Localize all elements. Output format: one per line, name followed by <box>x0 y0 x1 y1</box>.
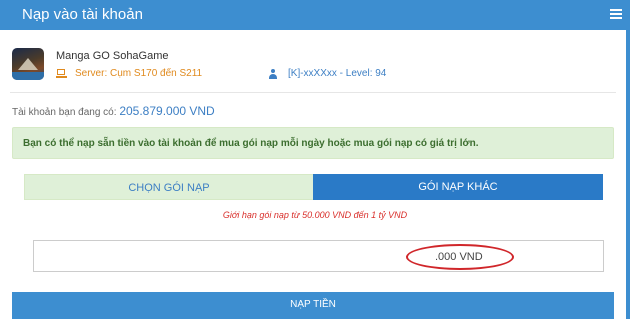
balance-amount: 205.879.000 VND <box>119 104 215 118</box>
amount-input[interactable] <box>33 240 604 272</box>
info-notice: Bạn có thể nạp sẵn tiền vào tài khoản để… <box>12 127 614 159</box>
balance-label: Tài khoản bạn đang có: <box>12 107 117 118</box>
right-edge-strip <box>626 30 630 319</box>
tab-other-package[interactable]: GÓI NẠP KHÁC <box>313 174 603 200</box>
recharge-page: Nạp vào tài khoản Manga GO SohaGame Serv… <box>0 0 630 319</box>
divider <box>10 92 616 93</box>
game-name: Manga GO SohaGame <box>56 50 169 62</box>
account-info: [K]-xxXXxx - Level: 94 <box>268 68 386 79</box>
hamburger-menu-icon[interactable] <box>610 9 622 19</box>
notice-text: Bạn có thể nạp sẵn tiền vào tài khoản để… <box>23 138 479 149</box>
balance-row: Tài khoản bạn đang có: 205.879.000 VND <box>12 104 215 118</box>
header-bar: Nạp vào tài khoản <box>0 0 630 30</box>
limit-hint: Giới hạn gói nạp từ 50.000 VND đến 1 tỷ … <box>222 210 408 220</box>
recharge-button[interactable]: NẠP TIỀN <box>12 292 614 319</box>
user-icon <box>268 68 278 79</box>
server-label: Server: Cụm S170 đến S211 <box>75 68 203 79</box>
server-info: Server: Cụm S170 đến S211 <box>56 68 202 79</box>
game-logo-icon <box>12 48 44 80</box>
account-label: [K]-xxXXxx - Level: 94 <box>288 68 387 79</box>
highlight-ellipse <box>406 244 514 270</box>
tab-choose-package[interactable]: CHỌN GÓI NẠP <box>24 174 314 200</box>
page-title: Nạp vào tài khoản <box>22 6 143 23</box>
laptop-icon <box>56 69 67 78</box>
